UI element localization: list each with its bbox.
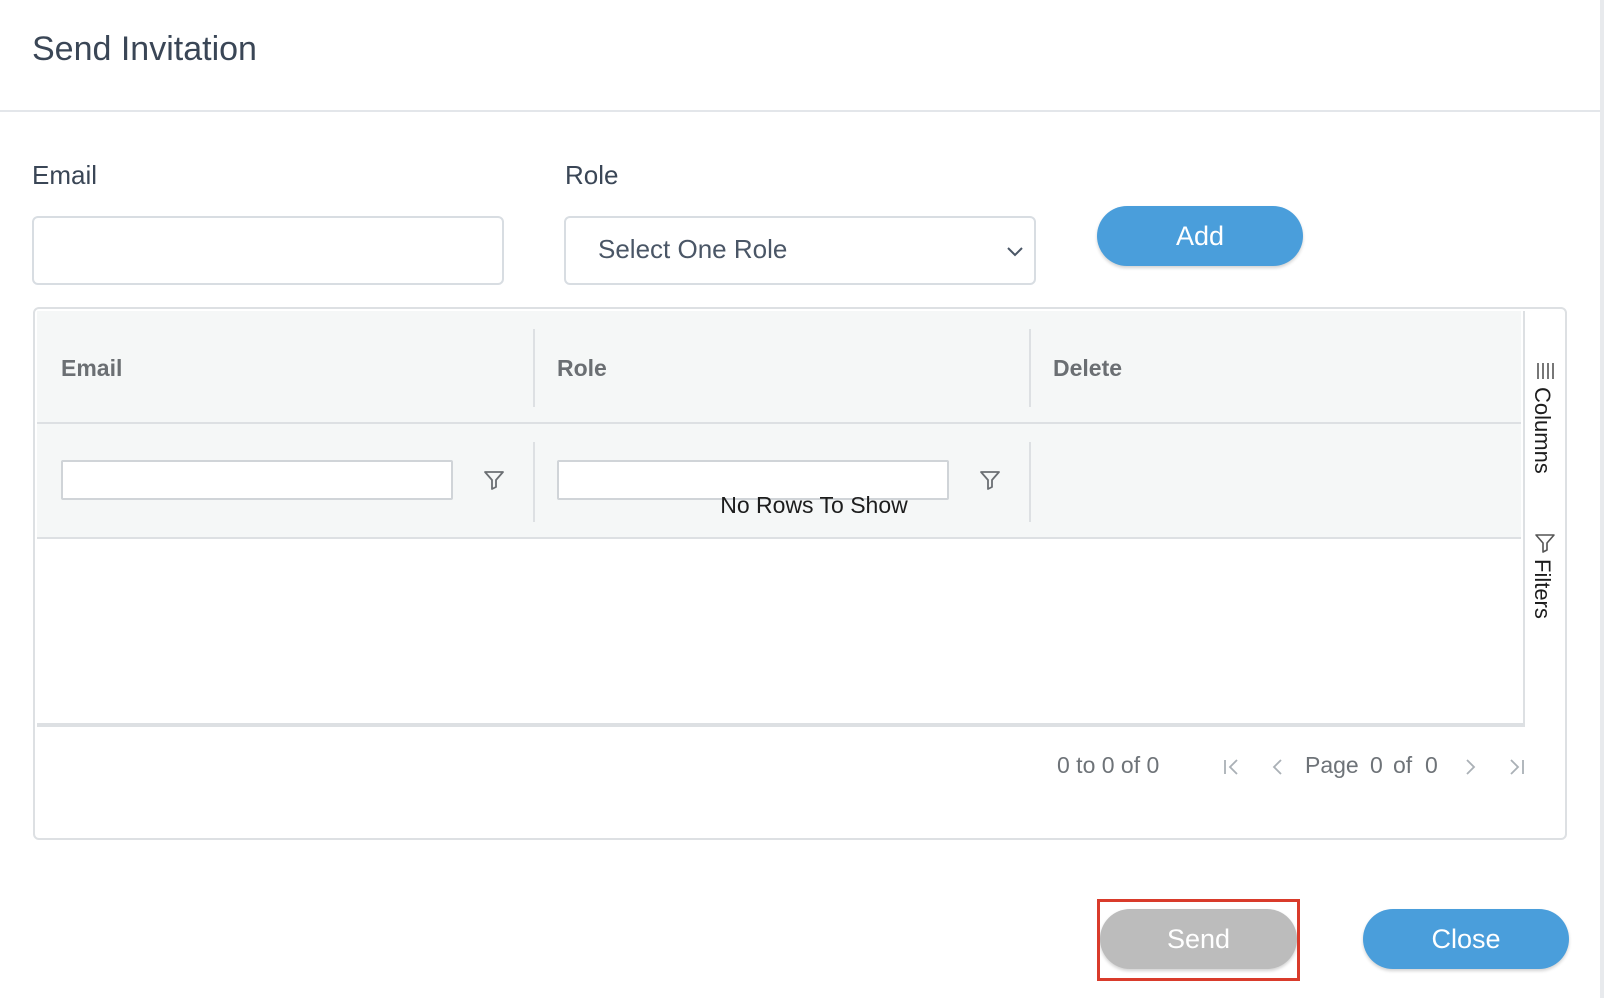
role-label: Role bbox=[565, 160, 619, 190]
previous-page-icon[interactable] bbox=[1267, 756, 1289, 778]
column-header-email[interactable]: Email bbox=[61, 355, 122, 382]
page-word: Page bbox=[1305, 752, 1359, 778]
current-page: 0 bbox=[1370, 752, 1383, 778]
filters-tool-tab[interactable]: Filters bbox=[1525, 531, 1565, 641]
grid-filter-row bbox=[37, 424, 1521, 539]
last-page-icon[interactable] bbox=[1505, 756, 1527, 778]
grid-header-row: Email Role Delete bbox=[37, 311, 1521, 424]
column-header-delete[interactable]: Delete bbox=[1053, 355, 1122, 382]
role-select[interactable]: Select One Role bbox=[564, 216, 1036, 285]
close-button[interactable]: Close bbox=[1363, 909, 1569, 969]
column-separator bbox=[533, 329, 535, 407]
send-button[interactable]: Send bbox=[1100, 909, 1297, 969]
column-separator bbox=[1029, 329, 1031, 407]
column-header-role[interactable]: Role bbox=[557, 355, 607, 382]
dialog-title: Send Invitation bbox=[32, 30, 257, 68]
invitations-grid: Email Role Delete No Rows To Show Column… bbox=[33, 307, 1567, 840]
of-word: of bbox=[1393, 752, 1413, 778]
filter-icon[interactable] bbox=[977, 467, 1003, 493]
grid-body: Email Role Delete bbox=[37, 311, 1525, 727]
dialog-header: Send Invitation bbox=[0, 0, 1600, 112]
next-page-icon[interactable] bbox=[1459, 756, 1481, 778]
row-summary: 0 to 0 of 0 bbox=[1057, 752, 1160, 778]
total-pages: 0 bbox=[1425, 752, 1438, 778]
chevron-down-icon bbox=[1007, 247, 1023, 257]
email-label: Email bbox=[32, 160, 98, 190]
no-rows-overlay: No Rows To Show bbox=[720, 492, 908, 518]
columns-tab-label: Columns bbox=[1530, 387, 1555, 474]
columns-icon bbox=[1537, 363, 1554, 379]
first-page-icon[interactable] bbox=[1221, 756, 1243, 778]
filters-tab-label: Filters bbox=[1530, 559, 1555, 619]
columns-tool-tab[interactable]: Columns bbox=[1525, 359, 1565, 499]
filter-icon bbox=[1535, 534, 1555, 553]
send-invitation-dialog: Send Invitation Email Role Select One Ro… bbox=[0, 0, 1600, 998]
email-input[interactable] bbox=[32, 216, 504, 285]
filter-icon[interactable] bbox=[481, 467, 507, 493]
add-button[interactable]: Add bbox=[1097, 206, 1303, 266]
background-edge bbox=[1600, 0, 1604, 998]
role-select-value: Select One Role bbox=[598, 234, 788, 264]
